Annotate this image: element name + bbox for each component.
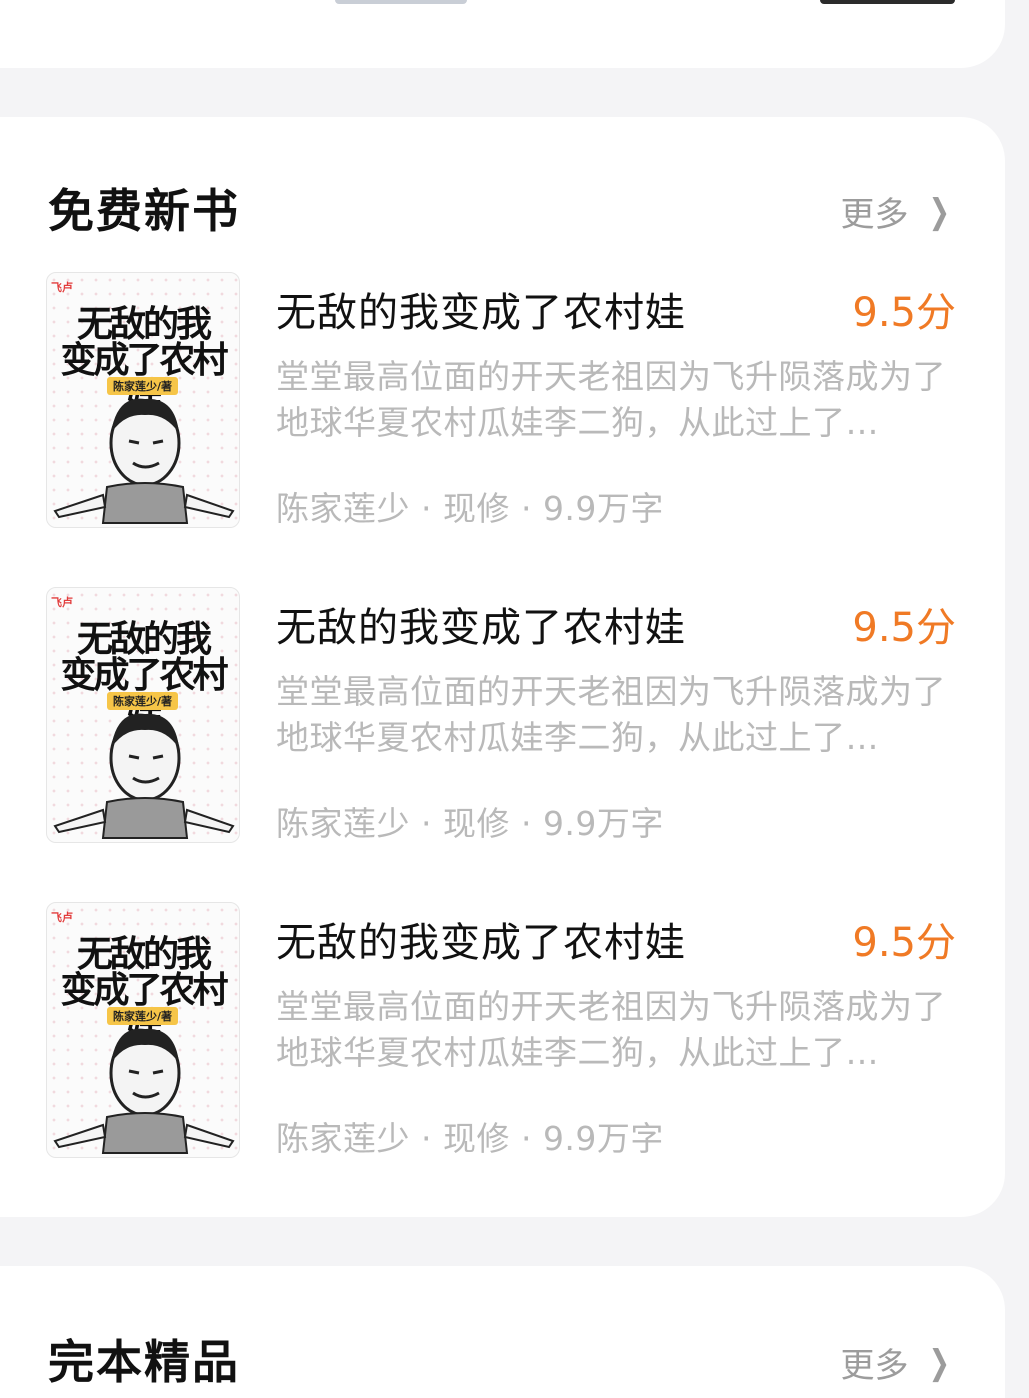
section-title: 免费新书 — [48, 184, 240, 238]
book-cover[interactable]: 飞卢 无敌的我 变成了农村娃 陈家莲少/著 — [46, 272, 240, 528]
book-description: 堂堂最高位面的开天老祖因为飞升陨落成为了地球华夏农村瓜娃李二狗，从此过上了… — [276, 987, 946, 1072]
book-title[interactable]: 无敌的我变成了农村娃 — [276, 910, 686, 968]
more-label: 更多 — [840, 195, 909, 235]
cover-illustration-icon — [53, 398, 235, 524]
book-description: 堂堂最高位面的开天老祖因为飞升陨落成为了地球华夏农村瓜娃李二狗，从此过上了… — [276, 357, 946, 442]
book-cover[interactable]: 飞卢 无敌的我 变成了农村娃 陈家莲少/著 — [46, 587, 240, 843]
chevron-right-icon: ❯ — [928, 191, 950, 232]
book-description: 堂堂最高位面的开天老祖因为飞升陨落成为了地球华夏农村瓜娃李二狗，从此过上了… — [276, 672, 946, 757]
book-meta: 陈家莲少 · 现修 · 9.9万字 — [276, 804, 664, 843]
book-cover-thumbnail[interactable] — [820, 0, 955, 4]
book-meta: 陈家莲少 · 现修 · 9.9万字 — [276, 1119, 664, 1158]
book-cover[interactable]: 飞卢 无敌的我 变成了农村娃 陈家莲少/著 — [46, 902, 240, 1158]
book-list-item[interactable]: 飞卢 无敌的我 变成了农村娃 陈家莲少/著 无敌的我变成了农村娃 9.5分 堂堂… — [46, 587, 956, 843]
more-label: 更多 — [840, 1346, 909, 1386]
book-meta: 陈家莲少 · 现修 · 9.9万字 — [276, 489, 664, 528]
book-score: 9.5分 — [852, 920, 956, 966]
book-list-item[interactable]: 飞卢 无敌的我 变成了农村娃 陈家莲少/著 无敌的我变成了农村娃 9.5分 堂堂… — [46, 272, 956, 528]
more-button[interactable]: 更多 ❯ — [841, 1338, 954, 1387]
previous-section-card — [0, 0, 1005, 68]
more-button[interactable]: 更多 ❯ — [841, 187, 954, 236]
book-score: 9.5分 — [852, 605, 956, 651]
book-list-item[interactable]: 飞卢 无敌的我 变成了农村娃 陈家莲少/著 无敌的我变成了农村娃 9.5分 堂堂… — [46, 902, 956, 1158]
book-score: 9.5分 — [852, 290, 956, 336]
cover-illustration-icon — [53, 1028, 235, 1154]
completed-books-section: 完本精品 更多 ❯ — [0, 1266, 1005, 1398]
section-title: 完本精品 — [48, 1335, 240, 1389]
page: 免费新书 更多 ❯ 飞卢 无敌的我 变成了农村娃 陈家莲少/著 无敌的我变成了农… — [0, 0, 1029, 1398]
chevron-right-icon: ❯ — [928, 1342, 950, 1383]
book-title[interactable]: 无敌的我变成了农村娃 — [276, 595, 686, 653]
book-cover-thumbnail[interactable] — [335, 0, 467, 4]
free-new-books-section: 免费新书 更多 ❯ 飞卢 无敌的我 变成了农村娃 陈家莲少/著 无敌的我变成了农… — [0, 117, 1005, 1217]
cover-illustration-icon — [53, 713, 235, 839]
book-title[interactable]: 无敌的我变成了农村娃 — [276, 280, 686, 338]
